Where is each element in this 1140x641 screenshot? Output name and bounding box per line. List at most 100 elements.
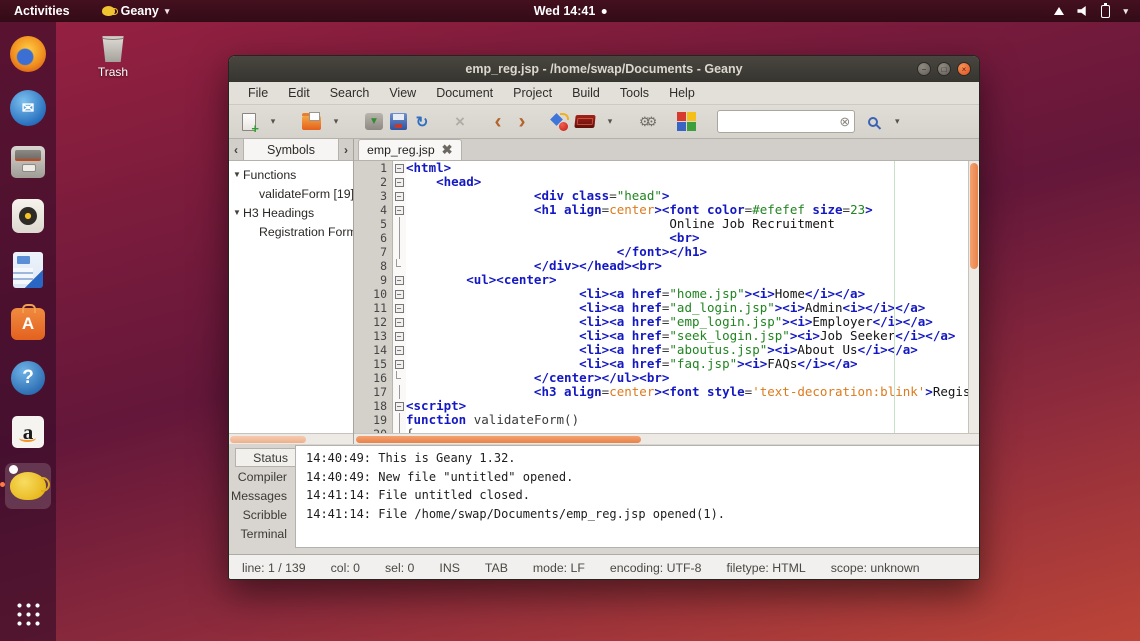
code-segment: </i></a> (895, 328, 956, 343)
dock-item-amazon[interactable]: a (5, 409, 51, 455)
close-button[interactable]: × (957, 62, 971, 76)
code-segment: </center></ul><br> (406, 370, 670, 385)
code-text: <div class="head"> (406, 189, 670, 203)
color-chooser-button[interactable] (674, 108, 699, 136)
tab-scroll-left-icon[interactable]: ‹ (229, 139, 243, 160)
tab-emp_reg-jsp[interactable]: emp_reg.jsp ✖ (358, 139, 462, 160)
dock-item-ubuntu-software[interactable]: A (5, 301, 51, 347)
fold-toggle-icon[interactable]: − (394, 289, 404, 299)
collapse-arrow-icon[interactable]: ▼ (233, 170, 243, 179)
horizontal-scrollbar-thumb[interactable] (356, 436, 641, 443)
fold-toggle-icon[interactable]: − (394, 401, 404, 411)
build-dropdown[interactable]: ▾ (598, 108, 622, 136)
build-button[interactable] (572, 108, 598, 136)
menu-file[interactable]: File (239, 84, 277, 102)
fold-toggle-icon[interactable]: − (394, 359, 404, 369)
tab-scribble[interactable]: Scribble (235, 505, 295, 524)
activities-button[interactable]: Activities (0, 0, 84, 22)
save-all-icon (389, 113, 407, 130)
tab-messages[interactable]: Messages (231, 486, 295, 505)
tab-close-icon[interactable]: ✖ (442, 142, 453, 158)
app-grid-button[interactable] (15, 601, 41, 627)
fold-toggle-icon[interactable]: − (394, 191, 404, 201)
system-indicators[interactable]: ▾ (1054, 2, 1140, 18)
symbol-h3-headings[interactable]: ▼ H3 Headings (229, 203, 353, 222)
code-line: 3− <div class="head"> (354, 189, 968, 204)
fold-toggle-icon[interactable]: − (394, 303, 404, 313)
dock-item-help[interactable]: ? (5, 355, 51, 401)
nav-forward-button[interactable]: › (510, 108, 534, 136)
nav-back-button[interactable]: ‹ (486, 108, 510, 136)
open-file-dropdown[interactable]: ▾ (324, 108, 348, 136)
save-all-button[interactable] (386, 108, 410, 136)
menu-tools[interactable]: Tools (611, 84, 658, 102)
menu-view[interactable]: View (380, 84, 425, 102)
menu-search[interactable]: Search (321, 84, 379, 102)
fold-toggle-icon[interactable]: − (394, 331, 404, 341)
minimize-button[interactable]: − (917, 62, 931, 76)
thunderbird-icon: ✉ (10, 90, 46, 126)
code-text: <li><a href="emp_login.jsp"><i>Employer<… (406, 315, 933, 329)
menu-project[interactable]: Project (504, 84, 561, 102)
search-dropdown[interactable]: ▾ (885, 108, 909, 136)
maximize-button[interactable]: □ (937, 62, 951, 76)
sidebar-scrollbar-thumb[interactable] (230, 436, 306, 443)
dock-item-geany[interactable] (0, 463, 51, 509)
app-menu-button[interactable]: Geany ▾ (101, 4, 169, 18)
compile-button[interactable] (548, 108, 572, 136)
new-file-button[interactable] (237, 108, 261, 136)
fold-toggle-icon[interactable]: − (394, 345, 404, 355)
code-segment: Job Seeker (819, 328, 896, 343)
save-button[interactable] (362, 108, 386, 136)
menu-build[interactable]: Build (563, 84, 609, 102)
sidebar-horizontal-scrollbar[interactable] (229, 433, 353, 444)
fold-margin (392, 385, 406, 399)
menu-edit[interactable]: Edit (279, 84, 319, 102)
app-menu-label: Geany (120, 4, 159, 18)
editor-horizontal-scrollbar[interactable] (354, 433, 979, 444)
open-file-button[interactable] (299, 108, 324, 136)
dock-item-firefox[interactable] (5, 31, 51, 77)
tab-status[interactable]: Status (235, 448, 295, 467)
revert-button[interactable]: ↻ (410, 108, 434, 136)
menu-document[interactable]: Document (427, 84, 502, 102)
code-text: <li><a href="aboutus.jsp"><i>About Us</i… (406, 343, 918, 357)
fold-toggle-icon[interactable]: − (394, 163, 404, 173)
dock-item-thunderbird[interactable]: ✉ (5, 85, 51, 131)
statusbar-field: scope: unknown (830, 560, 920, 575)
fold-toggle-icon[interactable]: − (394, 177, 404, 187)
menu-help[interactable]: Help (660, 84, 704, 102)
fold-margin: − (392, 203, 406, 217)
symbol-registration-form-1[interactable]: Registration Form [1 (229, 222, 353, 241)
code-segment: ><i> (782, 314, 813, 329)
tab-symbols[interactable]: Symbols (243, 139, 339, 160)
fold-toggle-icon[interactable]: − (394, 205, 404, 215)
dock-item-rhythmbox[interactable] (5, 193, 51, 239)
vertical-scrollbar-thumb[interactable] (970, 163, 978, 269)
clock-button[interactable]: Wed 14:41 (534, 4, 607, 18)
fold-toggle-icon[interactable]: − (394, 317, 404, 327)
tab-terminal[interactable]: Terminal (235, 524, 295, 543)
fold-toggle-icon[interactable]: − (394, 275, 404, 285)
desktop: Activities Geany ▾ Wed 14:41 ▾ ✉ A? a Tras… (0, 0, 1140, 641)
search-button[interactable] (861, 108, 885, 136)
editor[interactable]: 1− <html> 2− <head> 3− <div class="head"> 4−… (354, 161, 979, 433)
code-line: 12− <li><a href="emp_login.jsp"><i>Emplo… (354, 315, 968, 330)
tab-scroll-right-icon[interactable]: › (339, 139, 353, 160)
editor-vertical-scrollbar[interactable] (968, 161, 979, 433)
files-icon (11, 146, 45, 178)
notification-dot (601, 8, 607, 14)
dock-item-files[interactable] (5, 139, 51, 185)
new-file-dropdown[interactable]: ▾ (261, 108, 285, 136)
trash-desktop-icon[interactable]: Trash (88, 34, 138, 79)
symbol-validateform-19-[interactable]: validateForm [19] (229, 184, 353, 203)
search-input[interactable] (722, 114, 840, 129)
execute-button[interactable]: ⚙⚙ (636, 108, 660, 136)
dock-item-libreoffice-writer[interactable] (5, 247, 51, 293)
clear-search-icon[interactable]: ⊗ (839, 114, 850, 130)
titlebar[interactable]: emp_reg.jsp - /home/swap/Documents - Gea… (229, 56, 979, 82)
collapse-arrow-icon[interactable]: ▼ (233, 208, 243, 217)
fold-margin: − (392, 175, 406, 189)
tab-compiler[interactable]: Compiler (235, 467, 295, 486)
symbol-functions[interactable]: ▼ Functions (229, 165, 353, 184)
